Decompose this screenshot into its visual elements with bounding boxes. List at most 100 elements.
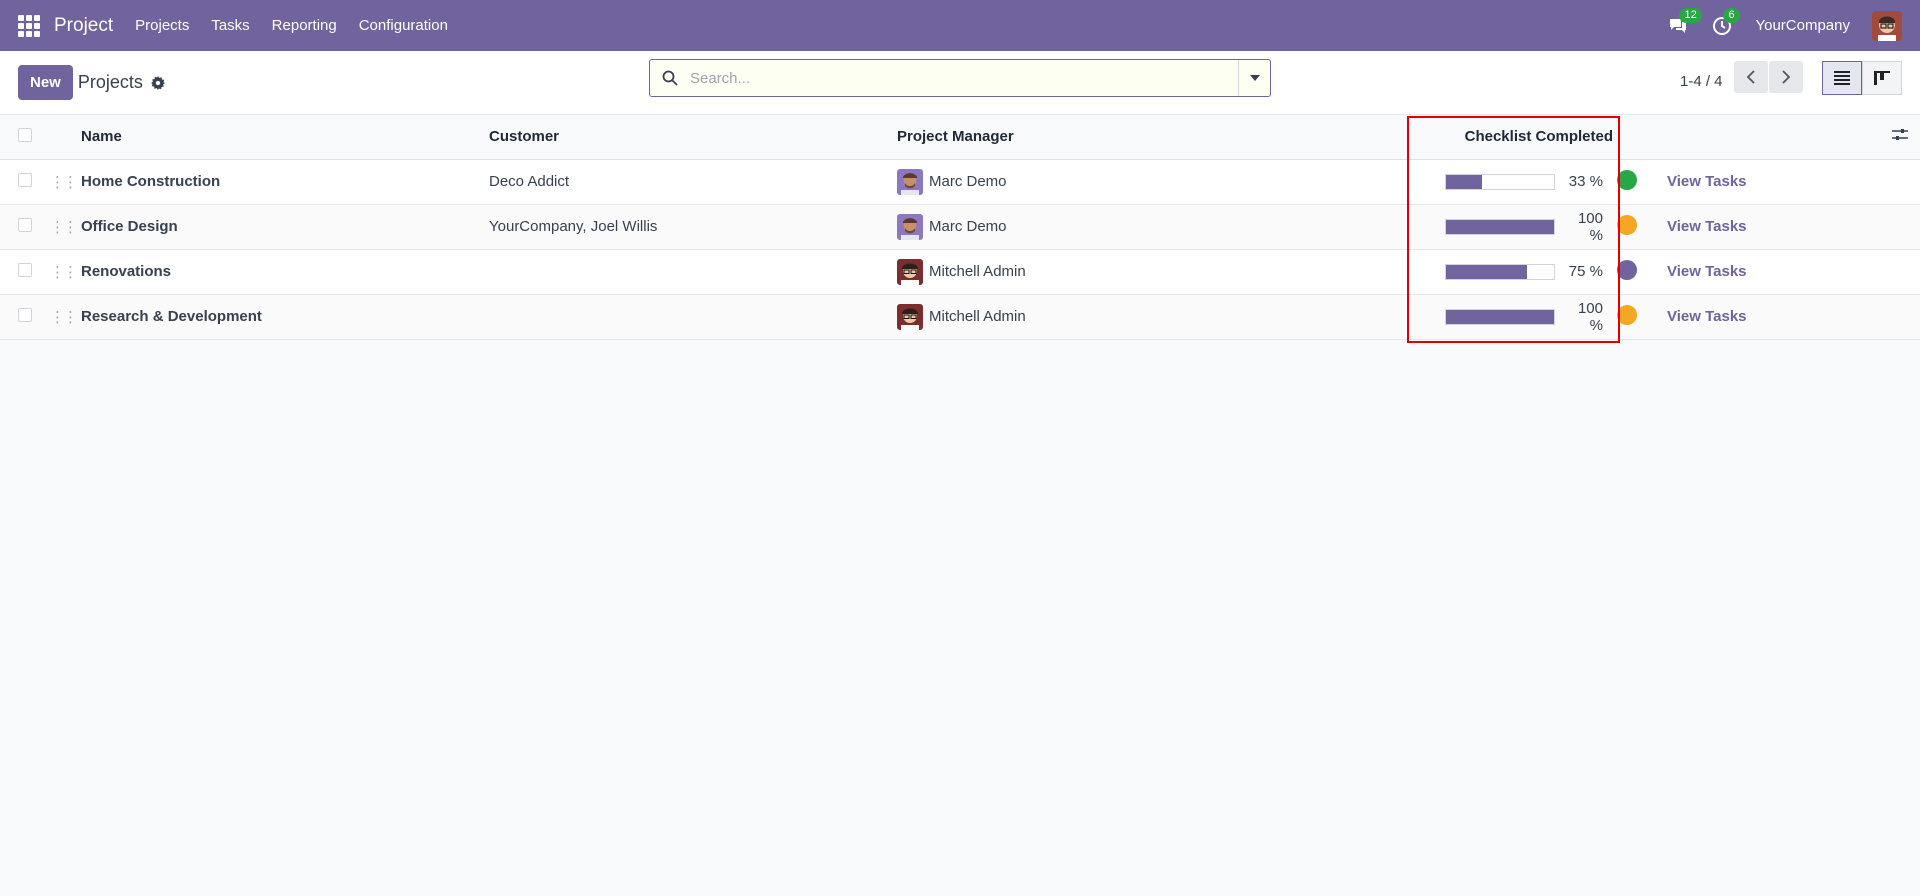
search-input[interactable] bbox=[690, 69, 1238, 87]
menu-item-projects[interactable]: Projects bbox=[135, 17, 189, 34]
project-manager-cell[interactable]: Marc Demo bbox=[897, 159, 1407, 204]
list-view-icon bbox=[1834, 71, 1850, 85]
status-indicator[interactable] bbox=[1617, 304, 1637, 325]
project-manager-cell[interactable]: Mitchell Admin bbox=[897, 249, 1407, 294]
projects-list: Name Customer Project Manager Checklist … bbox=[0, 115, 1920, 340]
app-brand[interactable]: Project bbox=[54, 15, 113, 37]
progress-percent: 100 % bbox=[1577, 209, 1603, 244]
progress-bar-fill bbox=[1446, 309, 1554, 324]
project-customer[interactable]: YourCompany, Joel Willis bbox=[489, 204, 897, 249]
table-row[interactable]: ⋮⋮ Renovations Mitchell Admin 75 % View … bbox=[0, 249, 1920, 294]
checklist-progress-cell: 100 % bbox=[1407, 204, 1617, 249]
top-navbar: Project Projects Tasks Reporting Configu… bbox=[0, 0, 1920, 51]
project-name[interactable]: Office Design bbox=[81, 204, 489, 249]
gear-icon[interactable] bbox=[150, 75, 165, 90]
row-drag-handle[interactable]: ⋮⋮ bbox=[50, 159, 81, 204]
row-checkbox[interactable] bbox=[18, 307, 32, 322]
project-customer[interactable] bbox=[489, 294, 897, 339]
progress-percent: 33 % bbox=[1568, 173, 1603, 190]
project-name[interactable]: Research & Development bbox=[81, 294, 489, 339]
status-indicator[interactable] bbox=[1617, 259, 1637, 280]
view-tasks-button[interactable]: View Tasks bbox=[1667, 308, 1747, 325]
list-view-button[interactable] bbox=[1822, 61, 1862, 95]
project-name[interactable]: Renovations bbox=[81, 249, 489, 294]
row-checkbox[interactable] bbox=[18, 172, 32, 187]
select-all-checkbox[interactable] bbox=[18, 127, 32, 142]
company-switcher[interactable]: YourCompany bbox=[1755, 17, 1850, 34]
table-row[interactable]: ⋮⋮ Office Design YourCompany, Joel Willi… bbox=[0, 204, 1920, 249]
status-indicator[interactable] bbox=[1617, 169, 1637, 190]
search-icon bbox=[662, 70, 678, 86]
table-row[interactable]: ⋮⋮ Research & Development Mitchell Admin… bbox=[0, 294, 1920, 339]
view-tasks-button[interactable]: View Tasks bbox=[1667, 218, 1747, 235]
status-cell[interactable] bbox=[1617, 159, 1667, 204]
user-avatar[interactable] bbox=[1872, 10, 1902, 41]
caret-down-icon bbox=[1249, 75, 1260, 81]
search-options-toggle[interactable] bbox=[1238, 60, 1270, 96]
progress-percent: 100 % bbox=[1577, 299, 1603, 334]
project-manager-cell[interactable]: Mitchell Admin bbox=[897, 294, 1407, 339]
row-drag-handle[interactable]: ⋮⋮ bbox=[50, 294, 81, 339]
optional-columns-toggle[interactable] bbox=[1862, 115, 1920, 160]
progress-percent: 75 % bbox=[1568, 263, 1603, 280]
row-checkbox[interactable] bbox=[18, 217, 32, 232]
search-bar bbox=[649, 59, 1271, 97]
control-panel: New Projects 1-4 / 4 bbox=[0, 51, 1920, 115]
row-drag-handle[interactable]: ⋮⋮ bbox=[50, 204, 81, 249]
pager-next-button[interactable] bbox=[1769, 61, 1803, 93]
pager-previous-button[interactable] bbox=[1734, 61, 1768, 93]
menu-item-reporting[interactable]: Reporting bbox=[272, 17, 337, 34]
progress-bar bbox=[1445, 308, 1555, 325]
view-tasks-cell[interactable]: View Tasks bbox=[1667, 294, 1862, 339]
activities-icon[interactable]: 6 bbox=[1711, 7, 1740, 37]
drag-handle-icon[interactable]: ⋮⋮ bbox=[50, 309, 78, 326]
column-header-customer[interactable]: Customer bbox=[489, 115, 897, 160]
drag-handle-icon[interactable]: ⋮⋮ bbox=[50, 264, 78, 281]
project-manager-cell[interactable]: Marc Demo bbox=[897, 204, 1407, 249]
status-cell[interactable] bbox=[1617, 249, 1667, 294]
view-tasks-cell[interactable]: View Tasks bbox=[1667, 204, 1862, 249]
progress-bar-fill bbox=[1446, 219, 1554, 234]
column-header-checklist-completed[interactable]: Checklist Completed bbox=[1407, 115, 1617, 160]
view-tasks-button[interactable]: View Tasks bbox=[1667, 263, 1747, 280]
kanban-view-button[interactable] bbox=[1862, 61, 1902, 95]
row-drag-handle[interactable]: ⋮⋮ bbox=[50, 249, 81, 294]
project-manager-name: Marc Demo bbox=[929, 173, 1007, 190]
view-tasks-button[interactable]: View Tasks bbox=[1667, 173, 1747, 190]
navbar-systray: 12 6 YourCompany bbox=[1667, 7, 1902, 41]
progress-bar bbox=[1445, 173, 1555, 190]
project-customer[interactable] bbox=[489, 249, 897, 294]
drag-handle-icon[interactable]: ⋮⋮ bbox=[50, 174, 78, 191]
column-header-project-manager[interactable]: Project Manager bbox=[897, 115, 1407, 160]
apps-menu-icon[interactable] bbox=[18, 14, 40, 37]
progress-bar bbox=[1445, 218, 1555, 235]
messages-icon[interactable]: 12 bbox=[1667, 7, 1702, 37]
row-select-cell bbox=[0, 204, 50, 249]
view-tasks-cell[interactable]: View Tasks bbox=[1667, 249, 1862, 294]
kanban-view-icon bbox=[1874, 71, 1890, 85]
breadcrumb: Projects bbox=[77, 72, 143, 92]
project-customer[interactable]: Deco Addict bbox=[489, 159, 897, 204]
status-cell[interactable] bbox=[1617, 204, 1667, 249]
row-select-cell bbox=[0, 249, 50, 294]
column-header-name[interactable]: Name bbox=[81, 115, 489, 160]
drag-handle-icon[interactable]: ⋮⋮ bbox=[50, 219, 78, 236]
row-select-cell bbox=[0, 294, 50, 339]
view-tasks-cell[interactable]: View Tasks bbox=[1667, 159, 1862, 204]
table-row[interactable]: ⋮⋮ Home Construction Deco Addict Marc De… bbox=[0, 159, 1920, 204]
row-select-cell bbox=[0, 159, 50, 204]
menu-item-tasks[interactable]: Tasks bbox=[211, 17, 249, 34]
menu-item-configuration[interactable]: Configuration bbox=[359, 17, 448, 34]
status-cell[interactable] bbox=[1617, 294, 1667, 339]
table-header-row: Name Customer Project Manager Checklist … bbox=[0, 115, 1920, 160]
row-checkbox[interactable] bbox=[18, 262, 32, 277]
project-manager-name: Mitchell Admin bbox=[929, 308, 1026, 325]
progress-bar-fill bbox=[1446, 174, 1482, 189]
project-name[interactable]: Home Construction bbox=[81, 159, 489, 204]
chevron-left-icon bbox=[1747, 70, 1755, 84]
select-all-cell bbox=[0, 115, 50, 160]
pager-value[interactable]: 1-4 / 4 bbox=[1680, 73, 1723, 90]
project-manager-name: Mitchell Admin bbox=[929, 263, 1026, 280]
new-button[interactable]: New bbox=[18, 65, 73, 100]
status-indicator[interactable] bbox=[1617, 214, 1637, 235]
